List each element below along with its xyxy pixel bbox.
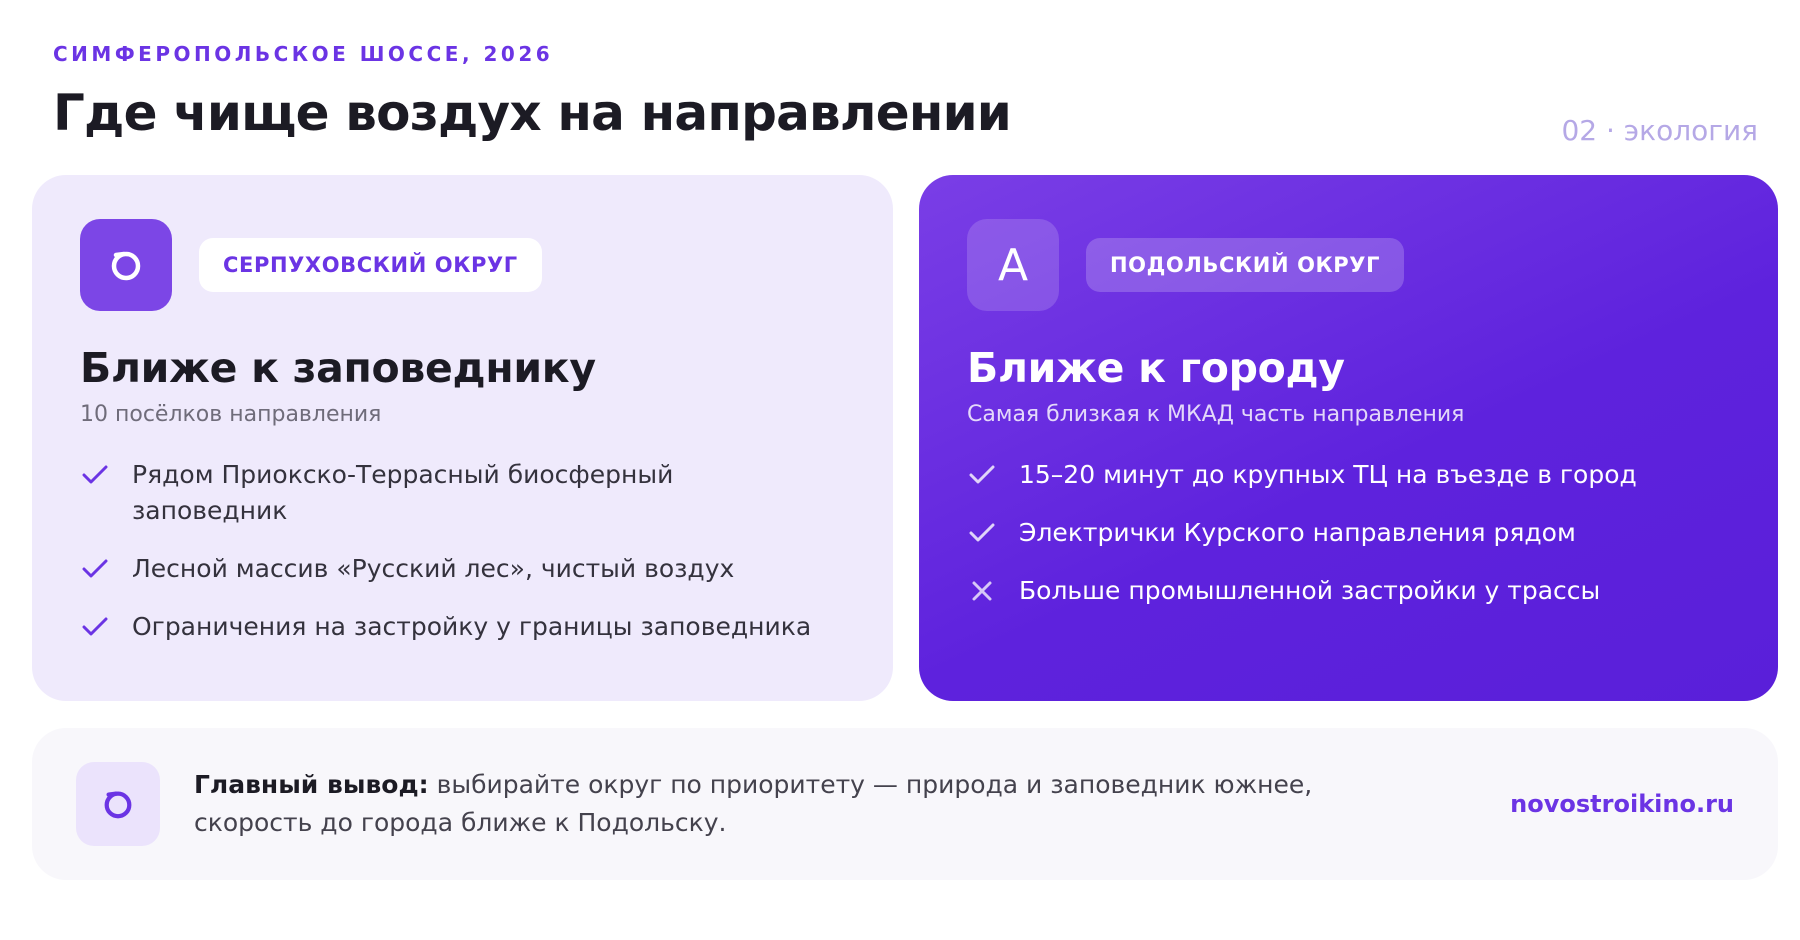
list-item: Ограничения на застройку у границы запов… — [80, 609, 845, 645]
check-icon — [80, 609, 110, 645]
summary-lead: Главный вывод: — [194, 770, 429, 799]
cross-icon — [967, 573, 997, 609]
section-tag: 02 · экология — [1561, 114, 1758, 147]
card-subtitle: 10 посёлков направления — [80, 402, 382, 427]
list-item: Электрички Курского направления рядом — [967, 515, 1730, 551]
check-icon — [80, 457, 110, 493]
feature-list: Рядом Приокско-Террасный биосферный запо… — [80, 457, 845, 645]
feature-list: 15–20 минут до крупных ТЦ на въезде в го… — [967, 457, 1730, 609]
card-serpukhov: СЕРПУХОВСКИЙ ОКРУГ Ближе к заповеднику 1… — [32, 175, 893, 701]
district-chip: ПОДОЛЬСКИЙ ОКРУГ — [1086, 238, 1405, 292]
card-title: Ближе к заповеднику — [80, 344, 596, 392]
card-title: Ближе к городу — [967, 344, 1345, 392]
check-icon — [967, 515, 997, 551]
check-icon — [80, 551, 110, 587]
summary-badge — [76, 762, 160, 846]
item-text: Ограничения на застройку у границы запов… — [132, 612, 812, 641]
item-text: Электрички Курского направления рядом — [1019, 518, 1576, 547]
eyebrow-label: СИМФЕРОПОЛЬСКОЕ ШОССЕ, 2026 — [53, 42, 554, 66]
item-text: 15–20 минут до крупных ТЦ на въезде в го… — [1019, 460, 1637, 489]
item-text: Лесной массив «Русский лес», чистый возд… — [132, 554, 735, 583]
page-title: Где чище воздух на направлении — [53, 84, 1012, 142]
ring-icon — [104, 791, 132, 819]
check-icon — [967, 457, 997, 493]
list-item: Больше промышленной застройки у трассы — [967, 573, 1730, 609]
summary-panel: Главный вывод: выбирайте округ по приори… — [32, 728, 1778, 880]
card-head: СЕРПУХОВСКИЙ ОКРУГ — [80, 219, 845, 311]
card-subtitle: Самая близкая к МКАД часть направления — [967, 402, 1465, 427]
card-head: A ПОДОЛЬСКИЙ ОКРУГ — [967, 219, 1730, 311]
list-item: 15–20 минут до крупных ТЦ на въезде в го… — [967, 457, 1730, 493]
slide: СИМФЕРОПОЛЬСКОЕ ШОССЕ, 2026 Где чище воз… — [0, 0, 1800, 940]
item-text: Рядом Приокско-Террасный биосферный запо… — [132, 460, 674, 525]
district-chip: СЕРПУХОВСКИЙ ОКРУГ — [199, 238, 542, 292]
district-badge: A — [967, 219, 1059, 311]
summary-text: Главный вывод: выбирайте округ по приори… — [194, 766, 1414, 842]
list-item: Рядом Приокско-Террасный биосферный запо… — [80, 457, 845, 529]
item-text: Больше промышленной застройки у трассы — [1019, 576, 1601, 605]
badge-letter: A — [997, 239, 1029, 291]
card-podolsk: A ПОДОЛЬСКИЙ ОКРУГ Ближе к городу Самая … — [919, 175, 1778, 701]
brand-link[interactable]: novostroikino.ru — [1510, 790, 1734, 818]
list-item: Лесной массив «Русский лес», чистый возд… — [80, 551, 845, 587]
ring-icon — [111, 251, 141, 281]
district-badge — [80, 219, 172, 311]
